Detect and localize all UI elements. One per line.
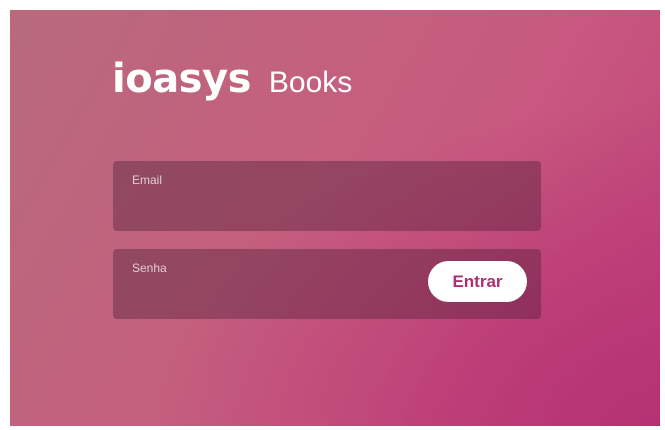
logo-product-name: Books [268, 66, 353, 99]
login-button[interactable]: Entrar [428, 261, 527, 302]
email-input[interactable] [132, 191, 422, 217]
logo-brand: ioasys [112, 56, 251, 102]
password-label: Senha [132, 261, 167, 275]
email-label: Email [132, 173, 163, 187]
password-input[interactable] [132, 279, 422, 305]
email-field[interactable]: Email [113, 161, 541, 231]
app-logo: ioasys Books [112, 56, 352, 102]
login-screen: ioasys Books Email Senha Entrar [10, 10, 660, 426]
password-field[interactable]: Senha Entrar [113, 249, 541, 319]
